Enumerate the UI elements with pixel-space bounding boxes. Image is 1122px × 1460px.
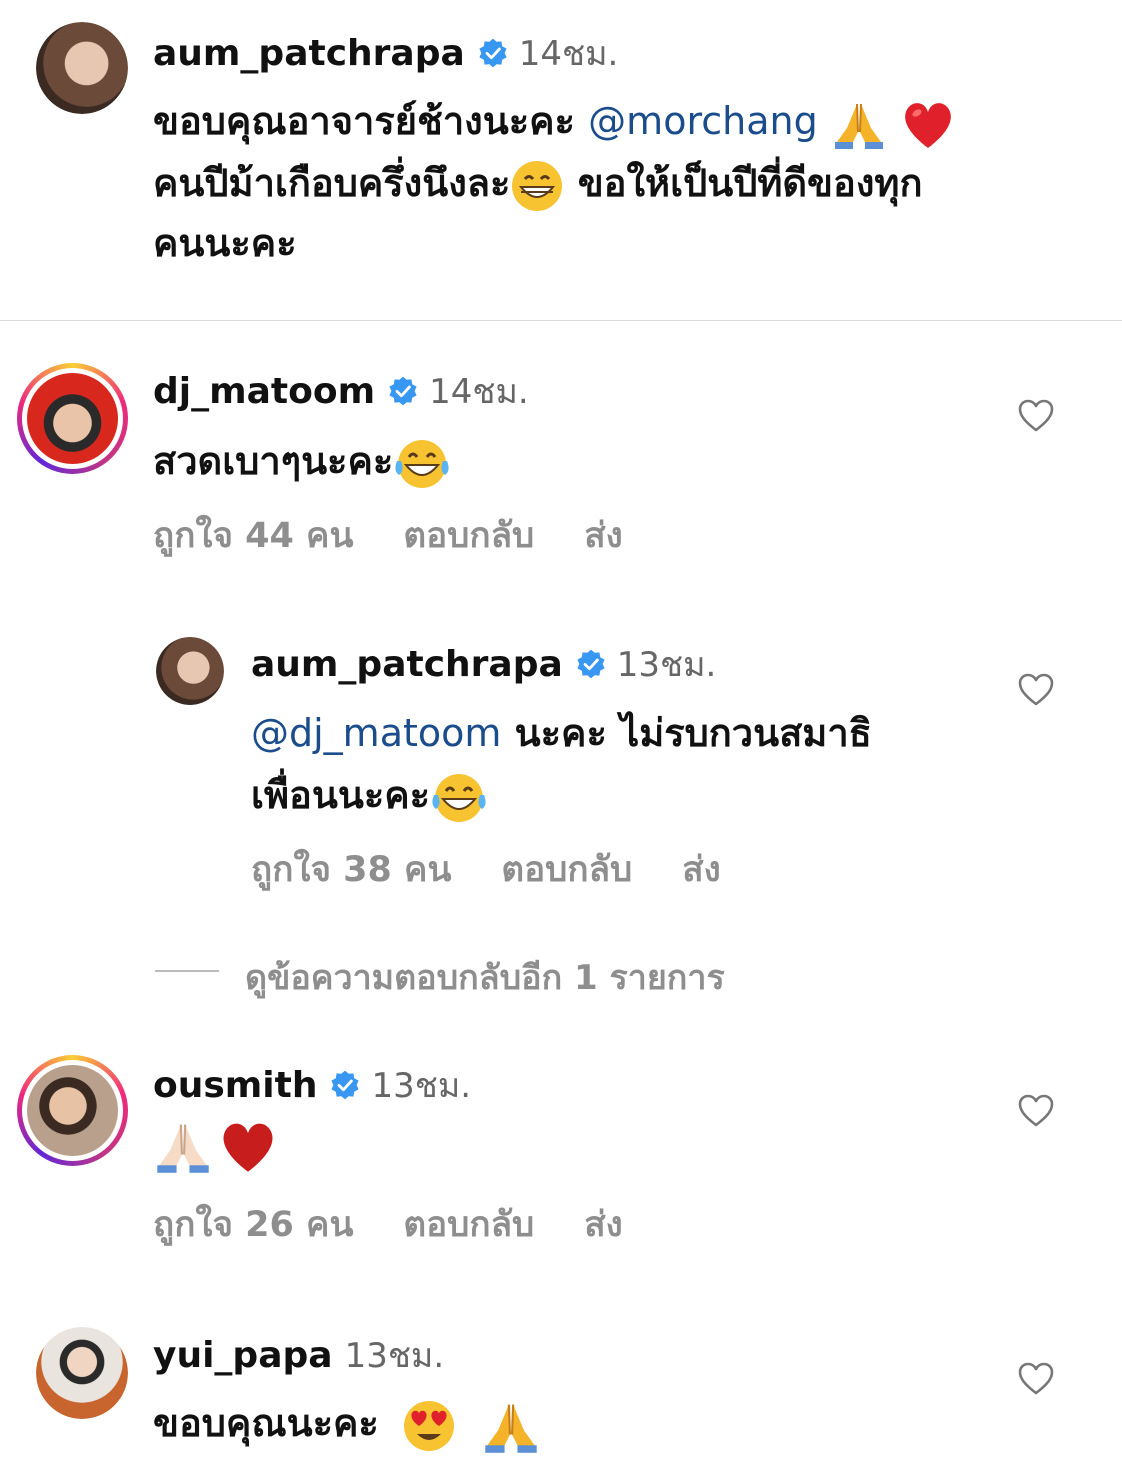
comment-time: 13ชม. (344, 1336, 445, 1376)
emoji-red-heart (905, 102, 952, 148)
avatar-aum-patchrapa[interactable] (36, 22, 128, 114)
verified-badge-icon (389, 376, 417, 406)
view-more-replies-button[interactable]: ดูข้อความตอบกลับอีก 1 รายการ (245, 950, 725, 1004)
comment-time: 14ชม. (429, 372, 529, 412)
comment-text-line3: คนนะคะ (153, 221, 297, 265)
heart-outline-icon[interactable] (1018, 399, 1054, 433)
comment-username[interactable]: ousmith (153, 1065, 317, 1106)
comment-time: 13ชม. (616, 645, 717, 685)
emoji-red-heart (223, 1123, 273, 1172)
reply-button[interactable]: ตอบกลับ (403, 508, 534, 563)
comment-username[interactable]: dj_matoom (153, 371, 375, 412)
send-button[interactable]: ส่ง (584, 1197, 622, 1252)
comment-text: @dj_matoom นะคะ ไม่รบกวนสมาธิ (251, 711, 872, 755)
reply-button[interactable]: ตอบกลับ (403, 1197, 534, 1252)
avatar-aum-patchrapa-reply[interactable] (156, 637, 224, 705)
verified-badge-icon (479, 38, 507, 68)
mention-link[interactable]: @dj_matoom (251, 711, 501, 755)
likes-count[interactable]: ถูกใจ 26 คน (153, 1197, 353, 1252)
emoji-heart-eyes (404, 1400, 455, 1451)
comment-emoji-text (153, 1118, 278, 1178)
view-replies-line (155, 970, 219, 972)
heart-outline-icon[interactable] (1018, 1094, 1054, 1128)
comment-username[interactable]: yui_papa (153, 1335, 333, 1376)
heart-outline-icon[interactable] (1018, 673, 1054, 707)
comment-time: 13ชม. (371, 1066, 472, 1106)
emoji-folded-hands (485, 1404, 537, 1453)
emoji-folded-hands (834, 103, 883, 149)
comment-text-line2: คนปีม้าเกือบครึ่งนึงละ ขอให้เป็นปีที่ดีข… (153, 152, 922, 214)
likes-count[interactable]: ถูกใจ 38 คน (251, 842, 451, 897)
emoji-grinning (512, 160, 563, 211)
comment-actions: ถูกใจ 26 คน ตอบกลับ ส่ง (153, 1197, 673, 1252)
emoji-tears-of-joy (395, 439, 449, 488)
divider (0, 320, 1122, 321)
comment-text: สวดเบาๆนะคะ (153, 430, 451, 492)
comment-time: 14ชม. (518, 34, 619, 74)
mention-link[interactable]: @morchang (588, 99, 818, 143)
avatar-yui-papa[interactable] (36, 1327, 128, 1419)
emoji-tears-of-joy (432, 773, 486, 822)
comment-actions: ถูกใจ 38 คน ตอบกลับ ส่ง (251, 842, 771, 897)
send-button[interactable]: ส่ง (682, 842, 720, 897)
reply-button[interactable]: ตอบกลับ (501, 842, 632, 897)
comment-text: ขอบคุณนะคะ (153, 1392, 541, 1454)
avatar-dj-matoom-story-ring[interactable] (17, 363, 128, 474)
comment-username[interactable]: aum_patchrapa (251, 644, 563, 685)
avatar-ousmith-story-ring[interactable] (17, 1055, 128, 1166)
likes-count[interactable]: ถูกใจ 44 คน (153, 508, 353, 563)
emoji-folded-hands (157, 1124, 209, 1173)
verified-badge-icon (331, 1070, 360, 1100)
comment-text-line2: เพื่อนนะคะ (251, 764, 488, 826)
comment-username[interactable]: aum_patchrapa (153, 33, 465, 74)
comment-text: ขอบคุณอาจารย์ช้างนะคะ @morchang (153, 90, 956, 152)
verified-badge-icon (577, 649, 605, 679)
heart-outline-icon[interactable] (1018, 1362, 1054, 1396)
send-button[interactable]: ส่ง (584, 508, 622, 563)
comment-actions: ถูกใจ 44 คน ตอบกลับ ส่ง (153, 508, 673, 563)
